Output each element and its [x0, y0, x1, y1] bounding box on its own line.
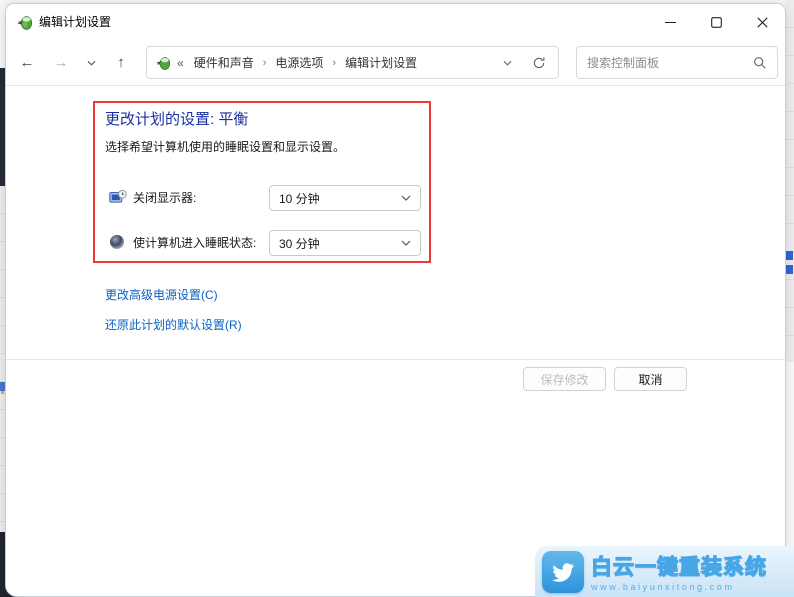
search-input[interactable]: [577, 55, 753, 70]
display-off-label: 关闭显示器:: [133, 191, 197, 205]
display-timeout-icon: [109, 189, 127, 206]
breadcrumb-collapse[interactable]: «: [177, 56, 184, 70]
sleep-label: 使计算机进入睡眠状态:: [133, 236, 257, 250]
change-advanced-power-settings-link[interactable]: 更改高级电源设置(C): [105, 286, 218, 303]
restore-default-settings-link[interactable]: 还原此计划的默认设置(R): [105, 316, 242, 333]
background-window-text-fragment: [1, 391, 4, 394]
history-chevron-down-icon[interactable]: [83, 40, 99, 85]
breadcrumb-separator: ›: [332, 56, 337, 69]
display-off-select[interactable]: 10 分钟: [269, 185, 421, 211]
up-icon[interactable]: ↑: [109, 40, 133, 85]
watermark-title: 白云一键重装系统: [590, 555, 767, 579]
address-chevron-down-icon[interactable]: [489, 60, 526, 66]
search-icon[interactable]: [753, 56, 767, 70]
breadcrumb-separator: ›: [262, 56, 267, 69]
window-title: 编辑计划设置: [39, 15, 112, 29]
content-area: 更改计划的设置: 平衡 选择希望计算机使用的睡眠设置和显示设置。 关闭显示器: …: [6, 86, 785, 596]
refresh-icon[interactable]: [526, 56, 558, 70]
power-plug-icon: [16, 14, 33, 31]
maximize-button[interactable]: [693, 4, 739, 40]
titlebar[interactable]: 编辑计划设置: [6, 4, 785, 40]
close-button[interactable]: [739, 4, 785, 40]
sleep-select[interactable]: 30 分钟: [269, 230, 421, 256]
background-window-right-edge: [786, 0, 794, 362]
power-plug-icon: [155, 55, 171, 71]
page-subtitle: 选择希望计算机使用的睡眠设置和显示设置。: [105, 140, 346, 154]
background-window-selection-mark: [786, 251, 793, 260]
chevron-down-icon: [401, 240, 420, 246]
cancel-button[interactable]: 取消: [614, 367, 687, 391]
edit-plan-settings-window: 编辑计划设置 ← → ↑ « 硬件和声音 › 电源选项 › 编辑计划设置 搜索控…: [5, 3, 786, 597]
sleep-value: 30 分钟: [279, 236, 320, 251]
save-changes-button[interactable]: 保存修改: [523, 367, 606, 391]
minimize-button[interactable]: [647, 4, 693, 40]
bird-icon: [542, 550, 584, 593]
page-title: 更改计划的设置: 平衡: [105, 111, 249, 128]
navigation-bar: ← → ↑ « 硬件和声音 › 电源选项 › 编辑计划设置: [6, 40, 785, 86]
watermark-url: www.baiyunxitong.com: [591, 582, 735, 592]
breadcrumb-edit-plan-settings[interactable]: 编辑计划设置: [343, 54, 419, 71]
breadcrumb-power-options[interactable]: 电源选项: [273, 54, 325, 71]
chevron-down-icon: [401, 195, 420, 201]
breadcrumb-hardware-sound[interactable]: 硬件和声音: [192, 54, 256, 71]
address-bar[interactable]: « 硬件和声音 › 电源选项 › 编辑计划设置: [146, 46, 559, 79]
back-icon[interactable]: ←: [15, 40, 39, 85]
search-box: [576, 46, 778, 79]
forward-icon[interactable]: →: [49, 40, 73, 85]
display-off-setting-row: 关闭显示器: 10 分钟: [105, 185, 435, 211]
background-window-selection-mark: [786, 265, 793, 274]
watermark-logo: 白云一键重装系统 www.baiyunxitong.com: [535, 546, 794, 597]
display-off-value: 10 分钟: [279, 191, 320, 206]
footer-divider: [6, 359, 785, 360]
sleep-setting-row: 使计算机进入睡眠状态: 30 分钟: [105, 230, 435, 256]
sleep-icon: [109, 234, 127, 251]
